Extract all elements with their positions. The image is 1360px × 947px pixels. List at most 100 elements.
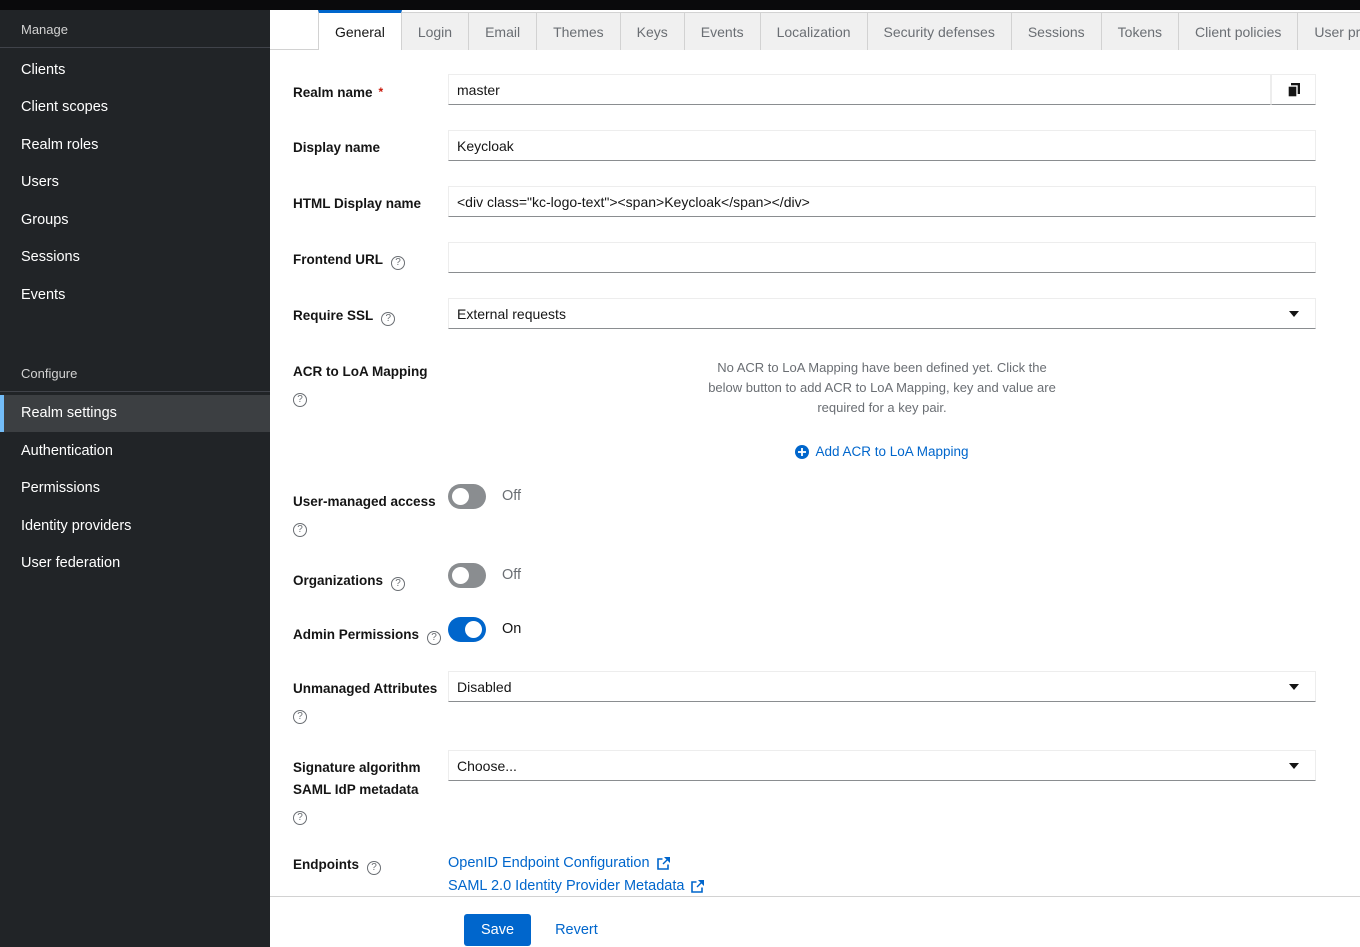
tab-bar: GeneralLoginEmailThemesKeysEventsLocaliz…	[270, 10, 1360, 50]
display-name-input[interactable]	[448, 130, 1316, 161]
realm-name-label: Realm name*	[293, 74, 448, 105]
sidebar-item-events[interactable]: Events	[0, 276, 270, 314]
toggle-knob	[452, 567, 469, 584]
user-managed-access-toggle[interactable]	[448, 484, 486, 509]
user-managed-access-label-text: User-managed access	[293, 491, 448, 513]
sidebar-item-client-scopes[interactable]: Client scopes	[0, 89, 270, 127]
copy-icon	[1286, 82, 1302, 98]
acr-loa-label-text: ACR to LoA Mapping	[293, 361, 448, 383]
signature-algorithm-label: Signature algorithm SAML IdP metadata ?	[293, 750, 448, 826]
endpoint-link-label: OpenID Endpoint Configuration	[448, 853, 650, 873]
sidebar-nav-list: ClientsClient scopesRealm rolesUsersGrou…	[0, 48, 270, 314]
tab-client-policies[interactable]: Client policies	[1179, 12, 1298, 50]
organizations-label-text: Organizations	[293, 573, 383, 588]
organizations-toggle[interactable]	[448, 563, 486, 588]
sidebar-section-title-configure: Configure	[0, 354, 270, 392]
organizations-label: Organizations?	[293, 563, 448, 592]
sidebar-item-permissions[interactable]: Permissions	[0, 470, 270, 508]
form-actions: Save Revert	[270, 896, 1360, 947]
help-icon[interactable]: ?	[391, 577, 405, 591]
tab-login[interactable]: Login	[402, 12, 469, 50]
require-ssl-value: External requests	[457, 306, 566, 322]
organizations-row: Organizations? Off	[293, 563, 1316, 592]
sidebar-item-users[interactable]: Users	[0, 164, 270, 202]
frontend-url-input[interactable]	[448, 242, 1316, 273]
realm-settings-general-form: Realm name* Displa	[270, 50, 1360, 947]
sidebar-item-clients[interactable]: Clients	[0, 51, 270, 89]
require-ssl-select[interactable]: External requests	[448, 298, 1316, 329]
sidebar-section-manage: ManageClientsClient scopesRealm rolesUse…	[0, 10, 270, 314]
admin-permissions-label: Admin Permissions?	[293, 617, 448, 646]
help-icon[interactable]: ?	[427, 631, 441, 645]
realm-name-input[interactable]	[448, 74, 1271, 105]
user-managed-access-row: User-managed access ? Off	[293, 484, 1316, 538]
sidebar-section-configure: ConfigureRealm settingsAuthenticationPer…	[0, 354, 270, 583]
masthead	[0, 0, 1360, 10]
require-ssl-label: Require SSL?	[293, 298, 448, 329]
unmanaged-attributes-label: Unmanaged Attributes ?	[293, 671, 448, 725]
endpoint-link-label: SAML 2.0 Identity Provider Metadata	[448, 876, 684, 896]
realm-name-row: Realm name*	[293, 74, 1316, 105]
sidebar-item-groups[interactable]: Groups	[0, 201, 270, 239]
sidebar-item-authentication[interactable]: Authentication	[0, 432, 270, 470]
sidebar-item-realm-roles[interactable]: Realm roles	[0, 126, 270, 164]
required-asterisk: *	[379, 85, 384, 99]
help-icon[interactable]: ?	[293, 710, 307, 724]
tabs-container: GeneralLoginEmailThemesKeysEventsLocaliz…	[318, 10, 1360, 50]
signature-algorithm-select[interactable]: Choose...	[448, 750, 1316, 781]
help-icon[interactable]: ?	[367, 861, 381, 875]
endpoints-label-text: Endpoints	[293, 857, 359, 872]
acr-loa-empty-state-text: No ACR to LoA Mapping have been defined …	[706, 354, 1058, 418]
tab-user-profile[interactable]: User profile	[1298, 12, 1360, 50]
sidebar-item-sessions[interactable]: Sessions	[0, 239, 270, 277]
tab-localization[interactable]: Localization	[761, 12, 868, 50]
tab-themes[interactable]: Themes	[537, 12, 621, 50]
signature-algorithm-row: Signature algorithm SAML IdP metadata ? …	[293, 750, 1316, 826]
main-content: GeneralLoginEmailThemesKeysEventsLocaliz…	[270, 10, 1360, 947]
sidebar-item-identity-providers[interactable]: Identity providers	[0, 507, 270, 545]
endpoint-link-saml-2-0-identity-provider-metadata[interactable]: SAML 2.0 Identity Provider Metadata	[448, 876, 704, 896]
unmanaged-attributes-label-text: Unmanaged Attributes	[293, 678, 448, 700]
display-name-label: Display name	[293, 130, 448, 161]
tab-general[interactable]: General	[318, 10, 402, 50]
tab-email[interactable]: Email	[469, 12, 537, 50]
endpoints-row: Endpoints? OpenID Endpoint Configuration…	[293, 851, 1316, 896]
signature-algorithm-label-line1: Signature algorithm	[293, 757, 448, 779]
help-icon[interactable]: ?	[293, 811, 307, 825]
plus-circle-icon	[795, 445, 809, 459]
organizations-state: Off	[502, 563, 521, 583]
admin-permissions-row: Admin Permissions? On	[293, 617, 1316, 646]
chevron-down-icon	[1289, 684, 1299, 690]
copy-button[interactable]	[1271, 74, 1316, 105]
toggle-knob	[452, 488, 469, 505]
revert-button[interactable]: Revert	[555, 914, 598, 946]
unmanaged-attributes-select[interactable]: Disabled	[448, 671, 1316, 702]
display-name-row: Display name	[293, 130, 1316, 161]
chevron-down-icon	[1289, 311, 1299, 317]
html-display-name-input[interactable]	[448, 186, 1316, 217]
tab-tokens[interactable]: Tokens	[1102, 12, 1179, 50]
endpoint-link-openid-endpoint-configuration[interactable]: OpenID Endpoint Configuration	[448, 853, 670, 873]
frontend-url-label: Frontend URL?	[293, 242, 448, 273]
toggle-knob	[465, 621, 482, 638]
help-icon[interactable]: ?	[293, 393, 307, 407]
help-icon[interactable]: ?	[381, 312, 395, 326]
sidebar-item-user-federation[interactable]: User federation	[0, 545, 270, 583]
tab-sessions[interactable]: Sessions	[1012, 12, 1102, 50]
help-icon[interactable]: ?	[293, 523, 307, 537]
help-icon[interactable]: ?	[391, 256, 405, 270]
save-button[interactable]: Save	[464, 914, 531, 946]
sidebar-item-realm-settings[interactable]: Realm settings	[0, 395, 270, 433]
chevron-down-icon	[1289, 763, 1299, 769]
tab-keys[interactable]: Keys	[621, 12, 685, 50]
sidebar-section-title-manage: Manage	[0, 10, 270, 48]
unmanaged-attributes-value: Disabled	[457, 679, 511, 695]
tab-events[interactable]: Events	[685, 12, 761, 50]
sidebar-nav-list: Realm settingsAuthenticationPermissionsI…	[0, 392, 270, 583]
admin-permissions-label-text: Admin Permissions	[293, 627, 419, 642]
admin-permissions-toggle[interactable]	[448, 617, 486, 642]
tab-security-defenses[interactable]: Security defenses	[868, 12, 1012, 50]
unmanaged-attributes-row: Unmanaged Attributes ? Disabled	[293, 671, 1316, 725]
add-acr-loa-mapping-button[interactable]: Add ACR to LoA Mapping	[448, 444, 1316, 459]
acr-loa-label: ACR to LoA Mapping ?	[293, 354, 448, 459]
